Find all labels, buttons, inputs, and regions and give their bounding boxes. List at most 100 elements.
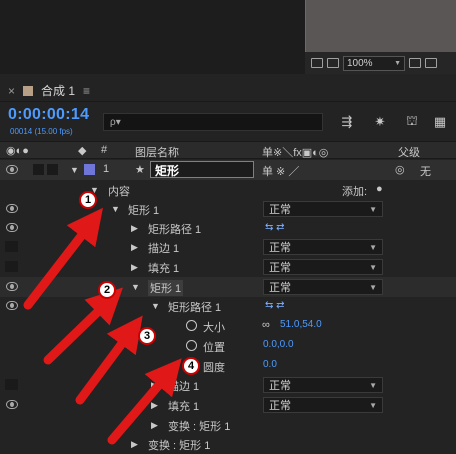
eye-icon[interactable] xyxy=(6,223,18,232)
eye-icon[interactable] xyxy=(6,204,18,213)
expand-triangle-icon[interactable]: ▼ xyxy=(151,301,160,311)
blend-mode-value: 正常 xyxy=(269,400,291,412)
search-input[interactable]: ρ▾ xyxy=(103,113,323,131)
comp-mini-flowchart-icon[interactable]: ⇶ xyxy=(337,113,357,131)
fill1-inner-label: 填充 1 xyxy=(168,401,200,413)
blend-mode-select[interactable]: 正常 ▼ xyxy=(263,397,383,413)
zoom-value: 100% xyxy=(347,57,373,69)
blend-mode-select[interactable]: 正常 ▼ xyxy=(263,279,383,295)
eye-icon[interactable] xyxy=(6,400,18,409)
stopwatch-icon[interactable] xyxy=(186,320,197,331)
layer-name-field[interactable]: 矩形 xyxy=(150,161,254,178)
expand-triangle-icon[interactable]: ▶ xyxy=(131,439,138,450)
visibility-placeholder[interactable] xyxy=(5,241,18,252)
blend-mode-value: 正常 xyxy=(269,242,291,254)
annotation-badge-2: 2 xyxy=(98,281,116,299)
annotation-badge-4: 4 xyxy=(182,357,200,375)
expand-triangle-icon[interactable]: ▶ xyxy=(131,262,138,273)
stroke1-inner-row[interactable]: ▶ 描边 1 正常 ▼ xyxy=(0,375,456,395)
expand-triangle-icon[interactable]: ▶ xyxy=(151,400,158,411)
grid-icon[interactable] xyxy=(409,58,421,68)
expand-triangle-icon[interactable]: ▶ xyxy=(131,242,138,253)
layer-name-header[interactable]: 图层名称 xyxy=(135,144,179,160)
layer-row[interactable]: ▼ 1 ★ 矩形 单 ※ ／ ◎ 无 xyxy=(0,160,456,180)
fill1-row[interactable]: ▶ 填充 1 正常 ▼ xyxy=(0,257,456,277)
layer-header-row: ◉◐● ◆ # 图层名称 单※＼fx▣◐◎ 父级 xyxy=(0,141,456,159)
size-label: 大小 xyxy=(203,322,225,334)
expand-triangle-icon[interactable]: ▼ xyxy=(70,165,79,175)
position-value[interactable]: 0.0,0.0 xyxy=(263,339,294,350)
add-label[interactable]: 添加: xyxy=(342,183,367,199)
path-direction-icon[interactable]: ⇆ ⇄ xyxy=(265,300,285,311)
position-label: 位置 xyxy=(203,342,225,354)
motion-blur-icon[interactable]: ⛫ xyxy=(402,113,422,131)
close-icon[interactable]: × xyxy=(8,84,15,98)
chevron-down-icon: ▼ xyxy=(369,262,377,272)
rect1-row[interactable]: ▼ 矩形 1 正常 ▼ xyxy=(0,199,456,219)
annotation-badge-1: 1 xyxy=(79,191,97,209)
position-row[interactable]: 位置 0.0,0.0 xyxy=(0,336,456,356)
blend-mode-select[interactable]: 正常 ▼ xyxy=(263,201,383,217)
chevron-down-icon: ▼ xyxy=(369,204,377,214)
rect-path1-inner-row[interactable]: ▼ 矩形路径 1 ⇆ ⇄ xyxy=(0,296,456,316)
lock-toggle[interactable] xyxy=(47,164,58,175)
fill1-inner-row[interactable]: ▶ 填充 1 正常 ▼ xyxy=(0,395,456,415)
transform-outer-row[interactable]: ▶ 变换 : 矩形 1 xyxy=(0,434,456,454)
blend-mode-select[interactable]: 正常 ▼ xyxy=(263,239,383,255)
layer-switches[interactable]: 单 ※ ／ xyxy=(262,163,299,179)
frame-count: 00014 (15.00 fps) xyxy=(10,127,73,136)
size-row[interactable]: 大小 ∞ 51.0,54.0 xyxy=(0,316,456,336)
timeline-tab-bar: × 合成 1 ≡ xyxy=(0,80,456,102)
visibility-placeholder[interactable] xyxy=(5,379,18,390)
transform-inner-row[interactable]: ▶ 变换 : 矩形 1 xyxy=(0,415,456,435)
stopwatch-icon[interactable] xyxy=(186,340,197,351)
eye-icon[interactable] xyxy=(6,282,18,291)
expand-triangle-icon[interactable]: ▼ xyxy=(111,204,120,214)
path-direction-icon[interactable]: ⇆ ⇄ xyxy=(265,222,285,233)
size-value[interactable]: 51.0,54.0 xyxy=(280,319,322,330)
expand-triangle-icon[interactable]: ▼ xyxy=(131,282,140,292)
blend-mode-value: 正常 xyxy=(269,204,291,216)
expand-triangle-icon[interactable]: ▶ xyxy=(151,420,158,431)
graph-editor-icon[interactable]: ▦ xyxy=(430,113,450,131)
display-icon[interactable] xyxy=(327,58,339,68)
snapshot-icon[interactable] xyxy=(311,58,323,68)
region-icon[interactable] xyxy=(425,58,437,68)
constrain-link-icon[interactable]: ∞ xyxy=(262,319,270,331)
rect1-inner-row[interactable]: ▼ 矩形 1 正常 ▼ xyxy=(0,277,456,297)
av-features-header: ◉◐● xyxy=(6,145,29,157)
contents-row[interactable]: ▼ 内容 添加: ● xyxy=(0,180,456,200)
eye-icon[interactable] xyxy=(6,165,18,174)
add-menu-icon[interactable]: ● xyxy=(376,183,383,195)
expand-triangle-icon[interactable]: ▶ xyxy=(131,223,138,234)
current-time-display[interactable]: 0:00:00:14 xyxy=(8,106,89,124)
annotation-badge-3: 3 xyxy=(138,327,156,345)
blend-mode-value: 正常 xyxy=(269,380,291,392)
eye-icon[interactable] xyxy=(6,301,18,310)
viewer-toolbar: 100% ▼ xyxy=(305,52,456,74)
contents-label: 内容 xyxy=(108,186,130,198)
roundness-row[interactable]: 圆度 0.0 xyxy=(0,356,456,376)
blend-mode-select[interactable]: 正常 ▼ xyxy=(263,259,383,275)
rect1-label: 矩形 1 xyxy=(128,205,160,217)
rect-path1-row[interactable]: ▶ 矩形路径 1 ⇆ ⇄ xyxy=(0,218,456,238)
chevron-down-icon: ▼ xyxy=(369,282,377,292)
panel-menu-icon[interactable]: ≡ xyxy=(83,84,90,98)
roundness-value[interactable]: 0.0 xyxy=(263,359,277,370)
blend-mode-value: 正常 xyxy=(269,262,291,274)
zoom-select[interactable]: 100% ▼ xyxy=(343,55,405,71)
visibility-placeholder[interactable] xyxy=(5,261,18,272)
label-icon: ◆ xyxy=(78,145,87,157)
solo-toggle[interactable] xyxy=(33,164,44,175)
blend-mode-select[interactable]: 正常 ▼ xyxy=(263,377,383,393)
parent-header: 父级 xyxy=(398,147,420,159)
stroke1-row[interactable]: ▶ 描边 1 正常 ▼ xyxy=(0,237,456,257)
expand-triangle-icon[interactable]: ▶ xyxy=(151,380,158,391)
label-color-swatch[interactable] xyxy=(84,164,95,175)
parent-value[interactable]: 无 xyxy=(420,163,431,179)
chevron-down-icon: ▼ xyxy=(394,59,401,67)
draft-3d-icon[interactable]: ✷ xyxy=(370,113,390,131)
tab-composition[interactable]: 合成 1 xyxy=(41,82,75,99)
layer-number: 1 xyxy=(103,163,110,175)
pickwhip-icon[interactable]: ◎ xyxy=(395,163,405,176)
